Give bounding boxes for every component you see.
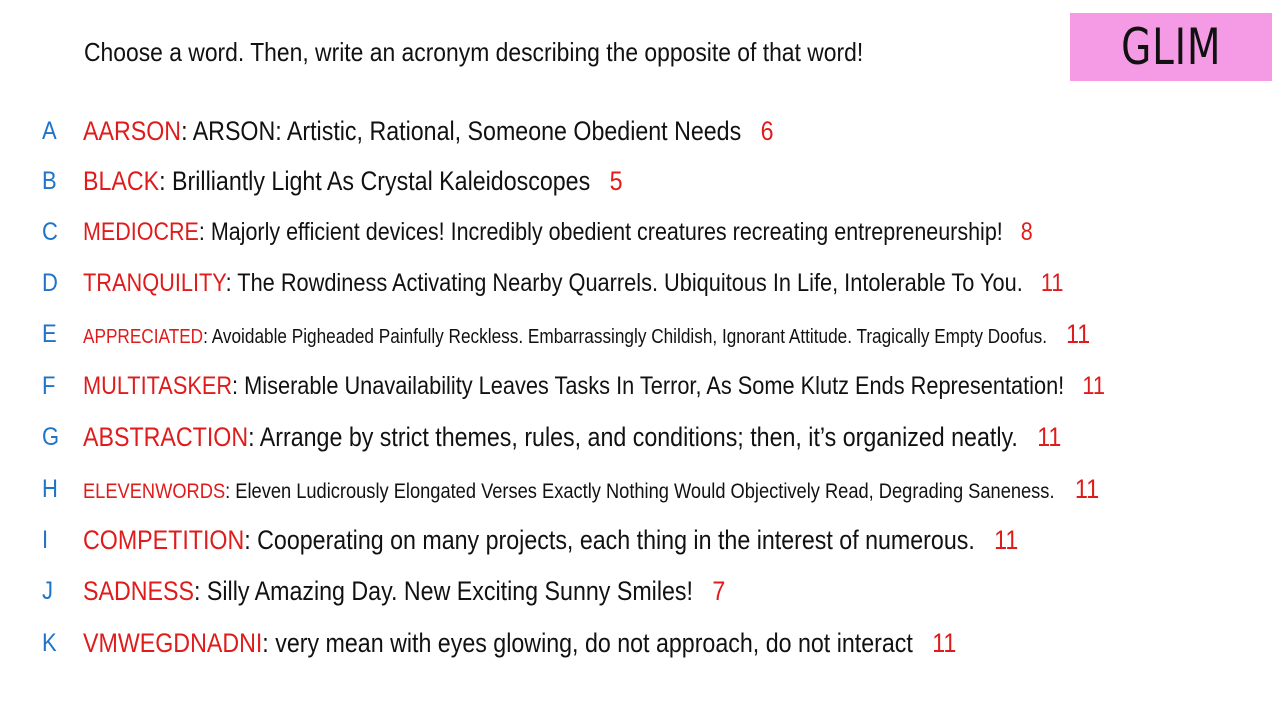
- row-content: BLACK: Brilliantly Light As Crystal Kale…: [83, 166, 623, 197]
- row-word: APPRECIATED: [83, 325, 204, 348]
- row-letter: B: [42, 166, 57, 195]
- row-letter: J: [42, 576, 53, 605]
- row-acronym: : Miserable Unavailability Leaves Tasks …: [232, 371, 1065, 400]
- row-acronym: : Brilliantly Light As Crystal Kaleidosc…: [159, 165, 591, 196]
- row-letter: C: [42, 217, 58, 246]
- answer-row: A AARSON: ARSON: Artistic, Rational, Som…: [0, 111, 1280, 151]
- row-count: 11: [1040, 268, 1064, 297]
- answer-row: E APPRECIATED: Avoidable Pigheaded Painf…: [0, 314, 1280, 354]
- row-acronym: : Majorly efficient devices! Incredibly …: [198, 217, 1003, 246]
- row-count: 11: [932, 627, 957, 658]
- row-word: ELEVENWORDS: [83, 479, 226, 503]
- answer-row: J SADNESS: Silly Amazing Day. New Exciti…: [0, 571, 1280, 611]
- row-letter: G: [42, 422, 60, 451]
- row-acronym: : Arrange by strict themes, rules, and c…: [248, 421, 1018, 452]
- row-acronym: : Cooperating on many projects, each thi…: [244, 524, 975, 555]
- row-count: 5: [609, 165, 623, 196]
- answer-row: H ELEVENWORDS: Eleven Ludicrously Elonga…: [0, 469, 1280, 509]
- row-count: 11: [1037, 421, 1062, 452]
- answer-row: D TRANQUILITY: The Rowdiness Activating …: [0, 263, 1280, 303]
- row-acronym: : Avoidable Pigheaded Painfully Reckless…: [203, 325, 1047, 348]
- row-content: ABSTRACTION: Arrange by strict themes, r…: [83, 422, 1061, 453]
- row-content: COMPETITION: Cooperating on many project…: [83, 525, 1018, 556]
- answer-row: C MEDIOCRE: Majorly efficient devices! I…: [0, 212, 1280, 252]
- row-content: APPRECIATED: Avoidable Pigheaded Painful…: [83, 319, 1090, 350]
- row-word: TRANQUILITY: [83, 268, 226, 297]
- row-count: 11: [1066, 318, 1091, 349]
- row-word: MULTITASKER: [83, 371, 233, 400]
- row-content: SADNESS: Silly Amazing Day. New Exciting…: [83, 576, 725, 607]
- row-acronym: : very mean with eyes glowing, do not ap…: [262, 627, 913, 658]
- row-content: MEDIOCRE: Majorly efficient devices! Inc…: [83, 218, 1033, 247]
- answer-row: G ABSTRACTION: Arrange by strict themes,…: [0, 417, 1280, 457]
- row-letter: H: [42, 474, 58, 503]
- row-acronym: : The Rowdiness Activating Nearby Quarre…: [225, 268, 1023, 297]
- row-count: 7: [712, 575, 726, 606]
- row-letter: F: [42, 371, 56, 400]
- row-content: MULTITASKER: Miserable Unavailability Le…: [83, 372, 1105, 401]
- row-count: 8: [1020, 217, 1033, 246]
- row-content: AARSON: ARSON: Artistic, Rational, Someo…: [83, 116, 773, 147]
- row-acronym: : Eleven Ludicrously Elongated Verses Ex…: [225, 479, 1055, 503]
- answer-row: B BLACK: Brilliantly Light As Crystal Ka…: [0, 161, 1280, 201]
- row-word: ABSTRACTION: [83, 421, 249, 452]
- row-content: ELEVENWORDS: Eleven Ludicrously Elongate…: [83, 474, 1099, 505]
- row-word: COMPETITION: [83, 524, 245, 555]
- row-letter: E: [42, 319, 57, 348]
- row-content: VMWEGDNADNI: very mean with eyes glowing…: [83, 628, 956, 659]
- row-acronym: : ARSON: Artistic, Rational, Someone Obe…: [181, 115, 742, 146]
- row-word: AARSON: [83, 115, 182, 146]
- row-word: VMWEGDNADNI: [83, 627, 263, 658]
- row-letter: I: [42, 525, 49, 554]
- row-count: 6: [760, 115, 774, 146]
- answer-row: F MULTITASKER: Miserable Unavailability …: [0, 366, 1280, 406]
- answer-list: A AARSON: ARSON: Artistic, Rational, Som…: [0, 0, 1280, 720]
- row-word: SADNESS: [83, 575, 194, 606]
- row-word: BLACK: [83, 165, 160, 196]
- answer-row: K VMWEGDNADNI: very mean with eyes glowi…: [0, 623, 1280, 663]
- row-letter: K: [42, 628, 57, 657]
- row-content: TRANQUILITY: The Rowdiness Activating Ne…: [83, 269, 1063, 298]
- answer-row: I COMPETITION: Cooperating on many proje…: [0, 520, 1280, 560]
- row-word: MEDIOCRE: [83, 217, 199, 246]
- row-count: 11: [1082, 371, 1105, 400]
- row-count: 11: [994, 524, 1019, 555]
- row-letter: A: [42, 116, 57, 145]
- row-count: 11: [1074, 473, 1100, 504]
- row-letter: D: [42, 268, 58, 297]
- row-acronym: : Silly Amazing Day. New Exciting Sunny …: [193, 575, 693, 606]
